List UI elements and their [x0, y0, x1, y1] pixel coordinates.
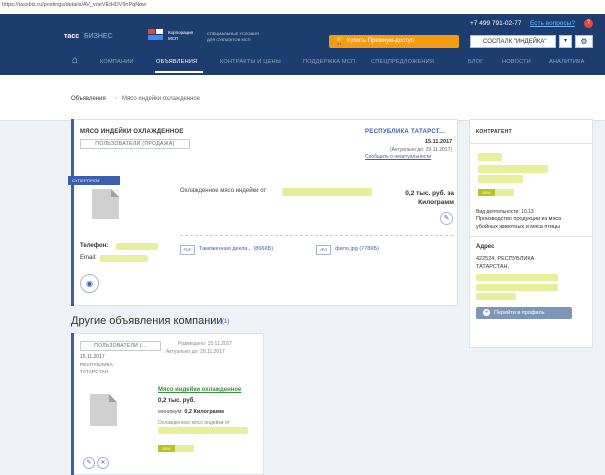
contractor-title: КОНТРАГЕНТ — [476, 129, 512, 135]
redacted-text — [282, 188, 372, 196]
breadcrumb-current: Мясо индейки охлажденное — [122, 96, 201, 102]
edit-icon[interactable]: ✎ — [440, 212, 453, 225]
posting-price-unit: Килограмм — [418, 199, 454, 206]
delete-icon[interactable]: ✕ — [97, 457, 109, 469]
logo-tass[interactable]: тасс — [64, 33, 79, 40]
edit-icon[interactable]: ✎ — [83, 457, 95, 469]
redacted-address — [476, 284, 558, 291]
nav-blog[interactable]: БЛОГ — [468, 59, 484, 65]
other-posting-accent-bar — [71, 333, 74, 475]
redacted-phone — [116, 243, 158, 250]
special-terms-line1: СПЕЦИАЛЬНЫЕ УСЛОВИЯ — [207, 31, 259, 36]
document-placeholder-icon — [92, 189, 119, 219]
address-line2: ТАТАРСТАН, — [476, 264, 510, 270]
corp-text-line1: Корпорация — [168, 30, 194, 35]
other-posting-placed: Размещено: 15.11.2017 — [178, 341, 233, 347]
posting-region: РЕСПУБЛИКА ТАТАРСТ... — [365, 129, 445, 135]
other-postings-title: Другие объявления компании — [71, 315, 223, 327]
redacted-company — [478, 175, 523, 183]
pdf-file-icon: PDF — [180, 245, 195, 255]
corporation-logo-icon — [148, 29, 163, 40]
posting-description: Охлажденное мясо индейки от — [180, 188, 267, 194]
email-label: Email: — [80, 255, 97, 261]
rating-value: 80% — [478, 189, 495, 196]
other-posting-actual: Актуально до: 29.11.2017 — [166, 349, 225, 355]
posting-accent-bar — [71, 119, 74, 306]
minimum-label: минимум: — [158, 409, 183, 415]
address-bar[interactable]: https://tassbiz.ru/postings/details/AV_v… — [0, 0, 605, 15]
other-posting-price: 0,2 тыс. руб. — [158, 398, 196, 404]
home-icon[interactable]: ⌂ — [72, 55, 78, 66]
question-icon[interactable]: ? — [584, 19, 593, 28]
other-posting-description: Охлажденное мясо индейки от — [158, 420, 230, 426]
nav-active-indicator — [155, 71, 203, 73]
url-text[interactable]: https://tassbiz.ru/postings/details/AV_v… — [2, 2, 146, 8]
special-terms-line2: ДЛЯ СУБЪЕКТОВ МСП — [207, 37, 251, 42]
address-line1: 422524, РЕСПУБЛИКА — [476, 256, 535, 262]
redacted-address — [476, 274, 558, 281]
attachment-customs-declaration[interactable]: Таможенная декла... (866КБ) — [199, 246, 273, 252]
other-user-type-tag[interactable]: ПОЛЬЗОВАТЕЛИ (... — [80, 341, 161, 351]
activity-desc-line1: Производство продукции из мяса — [476, 216, 562, 222]
address-label: Адрес — [476, 244, 495, 250]
search-value: СОСПАЛК "ИНДЕЙКА" — [483, 39, 547, 45]
breadcrumb-separator: • — [115, 96, 118, 102]
chevron-down-icon[interactable]: ▾ — [559, 35, 572, 48]
other-posting-region-2: ТАТАРСТАН — [80, 369, 109, 374]
gear-icon[interactable]: ⚙ — [575, 35, 593, 48]
document-placeholder-icon — [90, 394, 117, 426]
jpg-file-icon: JPG — [316, 245, 331, 255]
minimum-value: 0,2 Килограмм — [184, 409, 224, 415]
redacted-email — [100, 255, 148, 262]
other-posting-date: 15.11.2017 — [80, 354, 105, 360]
posting-actual-until: (Актуально до: 29.11.2017) — [390, 147, 453, 153]
info-icon: ● — [483, 309, 490, 316]
other-rating-value: 80% — [158, 445, 175, 452]
other-posting-region: РЕСПУБЛИКА — [80, 362, 114, 367]
superpremium-badge: СУПЕРПРЕМ — [68, 176, 120, 185]
activity-desc-line2: убойных животных и мяса птицы — [476, 224, 561, 230]
nav-postings[interactable]: ОБЪЯВЛЕНИЯ — [156, 59, 197, 65]
divider — [469, 236, 593, 237]
questions-link[interactable]: Есть вопросы? — [530, 20, 575, 27]
redacted-company — [478, 153, 502, 161]
phone-label: Телефон: — [80, 243, 109, 249]
nav-companies[interactable]: КОМПАНИИ — [100, 59, 134, 65]
nav-sme-support[interactable]: ПОДДЕРЖКА МСП — [303, 59, 355, 65]
other-postings-count: (1) — [222, 319, 230, 325]
attachment-image[interactable]: фило.jpg (778КБ) — [335, 246, 379, 252]
buy-premium-button[interactable]: 🏆 Купить Премиум-доступ — [329, 35, 459, 48]
user-type-tag[interactable]: ПОЛЬЗОВАТЕЛИ (ПРОДАЖА) — [80, 139, 190, 149]
company-search-field[interactable]: СОСПАЛК "ИНДЕЙКА" — [470, 35, 556, 48]
redacted-address — [476, 293, 516, 300]
go-to-profile-button[interactable]: ● Перейти в профиль — [476, 307, 572, 319]
logo-biz[interactable]: БИЗНЕС — [84, 33, 113, 40]
go-to-profile-label: Перейти в профиль — [494, 310, 545, 316]
breadcrumb-root[interactable]: Объявления — [71, 96, 106, 102]
buy-premium-label: Купить Премиум-доступ — [347, 38, 415, 44]
nav-news[interactable]: НОВОСТИ — [502, 59, 531, 65]
nav-special-offers[interactable]: СПЕЦПРЕДЛОЖЕНИЯ — [371, 59, 434, 65]
trophy-icon: 🏆 — [335, 38, 344, 45]
nav-contracts-prices[interactable]: КОНТРАКТЫ И ЦЕНЫ — [220, 59, 281, 65]
divider — [180, 235, 453, 236]
posting-title: МЯСО ИНДЕЙКИ ОХЛАЖДЕННОЕ — [80, 129, 184, 135]
divider — [469, 143, 593, 144]
activity-code: Вид деятельности: 10.13 — [476, 209, 534, 215]
redacted-company — [478, 165, 548, 173]
posting-date: 15.11.2017 — [425, 139, 453, 145]
other-posting-link[interactable]: Мясо индейки охлажденное — [158, 387, 241, 393]
redacted-text — [158, 427, 248, 434]
other-posting-minimum: минимум: 0,2 Килограмм — [158, 409, 224, 415]
nav-analytics[interactable]: АНАЛИТИКА — [549, 59, 585, 65]
corp-text-line2: МСП — [168, 36, 179, 41]
report-outdated-link[interactable]: Сообщить о неактуальности — [365, 154, 431, 160]
header-phone: +7 499 791-02-77 — [470, 20, 522, 27]
posting-price: 0,2 тыс. руб. за — [405, 190, 454, 197]
eye-icon[interactable]: ◉ — [80, 274, 99, 293]
